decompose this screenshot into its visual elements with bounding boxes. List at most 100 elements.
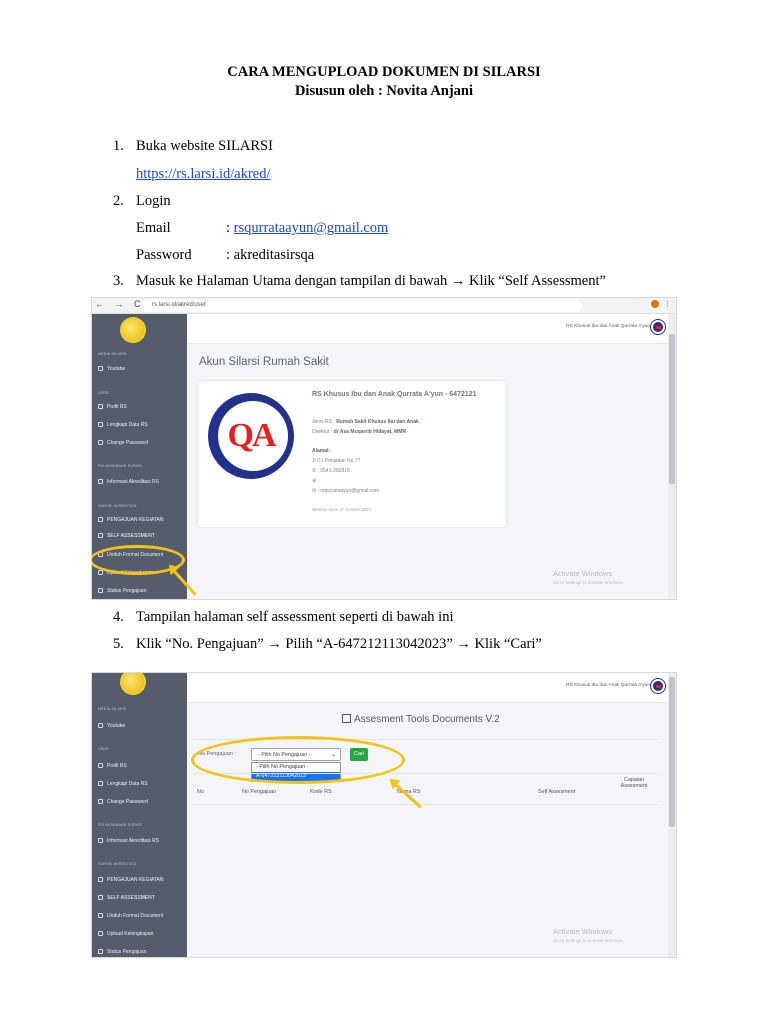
sidebar-item-lengkapi[interactable]: Lengkapi Data RS <box>98 781 148 787</box>
topbar: RS Khusus Ibu dan Anak Qurrata A'yun <box>187 673 668 703</box>
step-2-number: 2. <box>113 193 124 209</box>
users-icon <box>98 877 103 883</box>
status-icon <box>98 588 103 594</box>
browser-toolbar: ← → C rs.larsi.id/akred/user ⋮ <box>92 298 676 314</box>
step-1-number: 1. <box>113 138 124 154</box>
sidebar-item-status[interactable]: Status Pengajuan <box>98 588 146 594</box>
browser-nav-buttons[interactable]: ← → C <box>95 299 145 309</box>
hospital-avatar[interactable] <box>651 679 665 693</box>
sidebar-item-profil[interactable]: Profil RS <box>98 763 127 769</box>
member-since: Member since 27 October 2022 <box>312 507 371 512</box>
silarsi-logo <box>120 673 146 695</box>
table-header-border <box>194 804 658 805</box>
email-label: Email <box>136 220 171 236</box>
sidebar-heading-media: MEDIA SILARSI <box>98 707 127 711</box>
edit-icon <box>342 714 351 723</box>
sidebar-item-self-assessment[interactable]: SELF ASSESSMENT <box>98 533 155 539</box>
step-4-number: 4. <box>113 609 124 625</box>
sidebar-item-pengajuan[interactable]: PENGAJUAN KEGIATAN <box>98 517 164 523</box>
upload-icon <box>98 931 103 937</box>
sidebar-item-pengajuan[interactable]: PENGAJUAN KEGIATAN <box>98 877 164 883</box>
user-icon <box>98 763 103 769</box>
hospital-name: RS Khusus Ibu dan Anak Qurrata A'yun <box>566 683 650 688</box>
step-4-text: Tampilan halaman self assessment seperti… <box>136 609 454 625</box>
direktur: Direktur : dr Asa Muqarrib Hidayat, MMR <box>312 429 406 435</box>
page-title: Akun Silarsi Rumah Sakit <box>199 356 329 368</box>
step-5-text: Klik “No. Pengajuan” → Pilih “A-64721211… <box>136 636 542 652</box>
col-no: No <box>197 789 204 795</box>
hospital-logo: QA <box>208 393 294 479</box>
user-icon <box>98 404 103 410</box>
scrollbar[interactable] <box>668 673 676 957</box>
password-value: : akreditasirsqa <box>226 247 315 263</box>
hospital-name: RS Khusus Ibu dan Anak Qurrata A'yun <box>566 324 650 329</box>
alamat-value: Jl D.I.Panjaitan No.77 <box>312 458 361 464</box>
jenis-rs: Jenis RS : Rumah Sakit Khusus Ibu dan An… <box>312 419 419 425</box>
sidebar-heading-survei: SURVEI AKREDITASI <box>98 504 137 508</box>
step-1-text: Buka website SILARSI <box>136 138 273 154</box>
address-bar[interactable]: rs.larsi.id/akred/user <box>142 300 582 312</box>
mail-icon: ✉ <box>312 488 317 494</box>
globe-icon: ⊕ <box>312 478 317 484</box>
youtube-icon <box>98 723 103 729</box>
sidebar-heading-pelaksanaan: PELAKSANAAN SURVEI <box>98 464 143 468</box>
key-icon <box>98 440 103 446</box>
users-icon <box>98 517 103 523</box>
download-icon <box>98 913 103 919</box>
hospital-avatar[interactable] <box>651 320 665 334</box>
col-kode-rs: Kode RS <box>310 789 332 795</box>
email-row-card: ✉ : rsqurrataayun@gmail.com <box>312 488 380 494</box>
sidebar-item-informasi[interactable]: Informasi Akreditasi RS <box>98 838 159 844</box>
sidebar-item-change-password[interactable]: Change Password <box>98 799 148 805</box>
phone-icon: ✆ <box>312 468 317 474</box>
list-icon <box>98 781 103 787</box>
screenshot-self-assessment: MEDIA SILARSI Youtube USER Profil RS Len… <box>91 672 677 958</box>
sidebar-item-youtube[interactable]: Youtube <box>98 366 125 372</box>
sidebar-item-lengkapi[interactable]: Lengkapi Data RS <box>98 422 148 428</box>
silarsi-logo <box>120 317 146 343</box>
sidebar-item-self-assessment[interactable]: SELF ASSESSMENT <box>98 895 155 901</box>
phone-row: ✆ : 0541-282818 <box>312 468 350 474</box>
password-label: Password <box>136 247 192 263</box>
info-icon <box>98 479 103 485</box>
activate-windows-title: Activate Windows <box>553 569 613 578</box>
list-icon <box>98 422 103 428</box>
hospital-title: RS Khusus Ibu dan Anak Qurrata A'yun - 6… <box>312 391 477 398</box>
info-icon <box>98 838 103 844</box>
document-title: CARA MENGUPLOAD DOKUMEN DI SILARSI <box>227 64 541 80</box>
sidebar-item-youtube[interactable]: Youtube <box>98 723 125 729</box>
silarsi-link[interactable]: https://rs.larsi.id/akred/ <box>136 166 271 183</box>
sidebar-heading-pelaksanaan: PELAKSANAAN SURVEI <box>98 823 143 827</box>
col-no-pengajuan: No Pengajuan <box>242 789 277 795</box>
activate-windows-title: Activate Windows <box>553 927 613 936</box>
step-5-number: 5. <box>113 636 124 652</box>
browser-menu-buttons[interactable]: ⋮ <box>651 300 674 309</box>
upload-icon <box>98 570 103 576</box>
step-3-number: 3. <box>113 273 124 289</box>
sidebar-item-unduh[interactable]: Unduh Format Document <box>98 913 163 919</box>
sidebar-item-status[interactable]: Status Pengajuan <box>98 949 146 955</box>
screenshot-home-page: ← → C rs.larsi.id/akred/user ⋮ MEDIA SIL… <box>91 297 677 600</box>
email-link[interactable]: rsqurrataayun@gmail.com <box>234 220 389 236</box>
kebab-menu-icon[interactable]: ⋮ <box>664 301 674 308</box>
assessment-title: Assesment Tools Documents V.2 <box>342 714 500 725</box>
key-icon <box>98 799 103 805</box>
sidebar-item-upload[interactable]: Upload Kelengkapan <box>98 931 153 937</box>
sidebar-item-informasi[interactable]: Informasi Akreditasi RS <box>98 479 159 485</box>
sidebar-heading-media: MEDIA SILARSI <box>98 352 127 356</box>
alamat-label: Alamat : <box>312 448 332 454</box>
edit-icon <box>98 895 103 901</box>
scrollbar[interactable] <box>668 314 676 599</box>
col-self-assessment: Self Assesment <box>538 789 576 795</box>
sidebar-item-change-password[interactable]: Change Password <box>98 440 148 446</box>
sidebar-heading-survei: SURVEI AKREDITASI <box>98 862 137 866</box>
email-separator: : <box>226 220 234 236</box>
web-row: ⊕ : <box>312 478 319 484</box>
hospital-profile-card: QA RS Khusus Ibu dan Anak Qurrata A'yun … <box>197 380 507 528</box>
activate-windows-sub: Go to Settings to activate Windows. <box>553 580 625 585</box>
profile-icon[interactable] <box>651 300 660 309</box>
sidebar-item-profil[interactable]: Profil RS <box>98 404 127 410</box>
sidebar-heading-user: USER <box>98 747 109 751</box>
document-author: Disusun oleh : Novita Anjani <box>294 83 474 99</box>
email-row: : rsqurrataayun@gmail.com <box>226 220 388 237</box>
